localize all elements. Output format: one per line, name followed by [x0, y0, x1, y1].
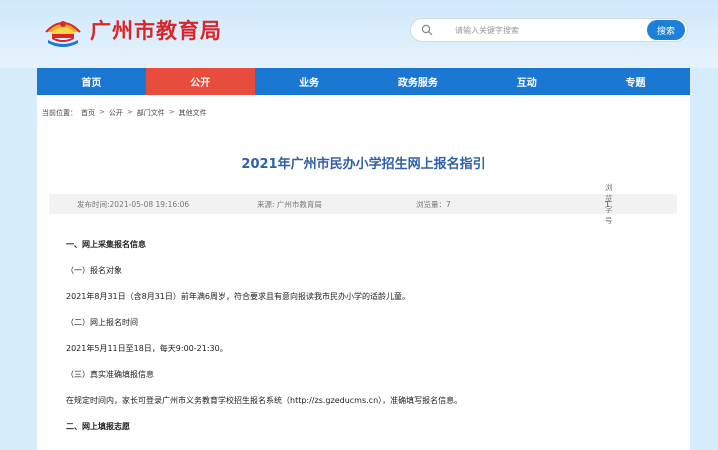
font-size-label: 浏览字号: [605, 183, 613, 225]
breadcrumb-link-dept-files[interactable]: 部门文件: [137, 108, 165, 118]
nav-item-interaction[interactable]: 互动: [472, 68, 581, 95]
article-meta-bar: 发布时间:2021-05-08 19:16:06 来源: 广州市教育局 浏览量：…: [49, 183, 677, 225]
paragraph: （二）网上报名时间: [66, 318, 138, 327]
search-input[interactable]: [455, 25, 635, 35]
breadcrumb-separator: >: [99, 108, 105, 116]
breadcrumb-link-home[interactable]: 首页: [81, 108, 95, 118]
breadcrumb-link-other-files[interactable]: 其他文件: [179, 108, 207, 118]
publish-time: 发布时间:2021-05-08 19:16:06: [77, 199, 190, 209]
nav-item-business[interactable]: 业务: [255, 68, 364, 95]
section-heading: 一、网上采集报名信息: [66, 240, 146, 249]
nav-item-home[interactable]: 首页: [37, 68, 146, 95]
main-nav: 首页 公开 业务 政务服务 互动 专题: [37, 68, 690, 95]
paragraph: 2021年8月31日（含8月31日）前年满6周岁，符合要求且有意向报读我市民办小…: [66, 292, 410, 301]
article-source: 来源: 广州市教育局: [257, 199, 322, 209]
site-logo[interactable]: 广州市教育局: [42, 10, 222, 50]
search-icon: [421, 19, 445, 41]
paragraph: 在规定时间内，家长可登录广州市义务教育学校招生报名系统（http://zs.gz…: [66, 396, 463, 405]
nav-item-public[interactable]: 公开: [145, 68, 255, 95]
nav-item-gov-services[interactable]: 政务服务: [363, 68, 472, 95]
breadcrumb: 当前位置： 首页 > 公开 > 部门文件 > 其他文件: [42, 108, 207, 118]
breadcrumb-separator: >: [168, 108, 175, 116]
breadcrumb-prefix: 当前位置：: [42, 109, 77, 117]
breadcrumb-separator: >: [126, 108, 133, 116]
section-heading: 二、网上填报志愿: [66, 422, 130, 431]
site-name: 广州市教育局: [90, 18, 222, 43]
main-content: 当前位置： 首页 > 公开 > 部门文件 > 其他文件 2021年广州市民办小学…: [37, 95, 690, 450]
search-button[interactable]: 搜索: [647, 20, 685, 40]
view-count: 浏览量：7: [416, 199, 451, 209]
breadcrumb-link-public[interactable]: 公开: [109, 108, 123, 118]
paragraph: （三）真实准确填报信息: [66, 370, 154, 379]
education-emblem-icon: [45, 21, 81, 47]
paragraph: （一）报名对象: [66, 266, 122, 275]
paragraph: 2021年5月11日至18日，每天9:00-21:30。: [66, 344, 228, 353]
nav-item-topics[interactable]: 专题: [581, 68, 690, 95]
search-box: 搜索: [410, 18, 688, 42]
article-title: 2021年广州市民办小学招生网上报名指引: [241, 157, 486, 172]
